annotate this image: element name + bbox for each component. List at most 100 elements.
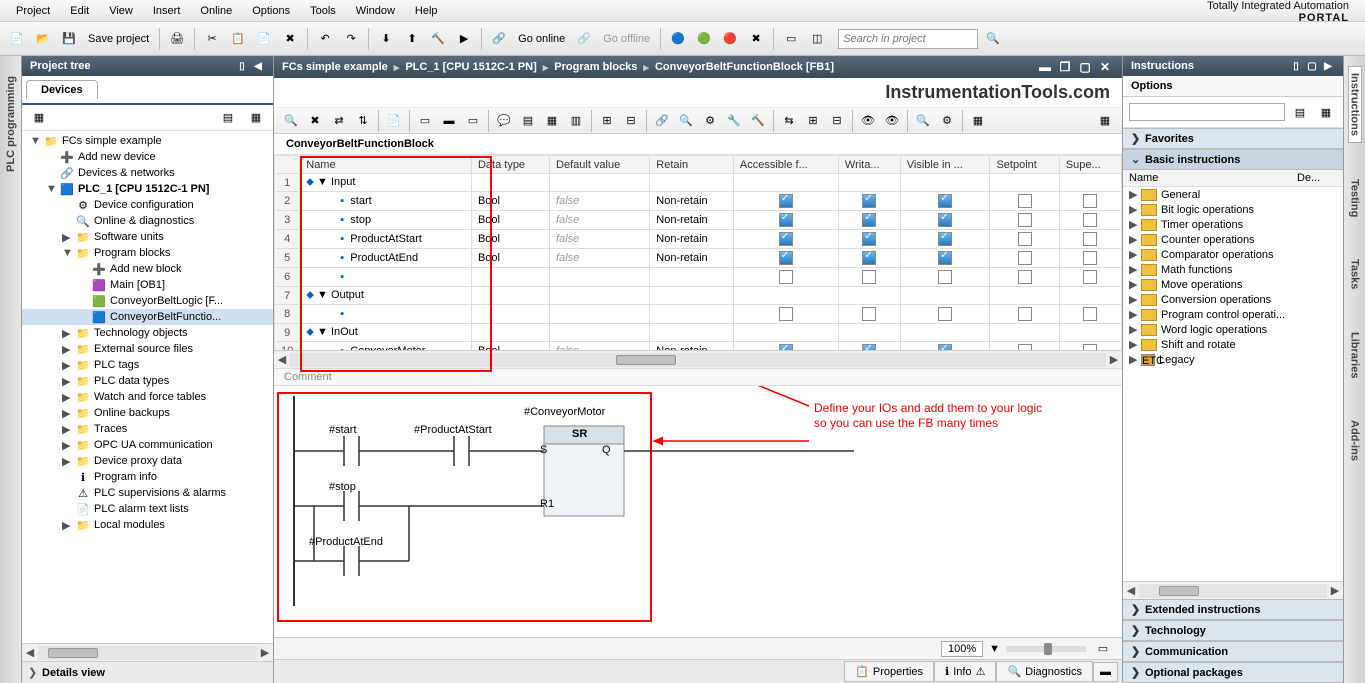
ed-btn-25[interactable]: 🔍 [912,110,934,132]
tab-collapse[interactable]: ▬ [1093,662,1118,682]
tree-node[interactable]: ▶📁OPC UA communication [22,437,273,453]
ed-btn-22[interactable]: ⊟ [826,110,848,132]
download-icon[interactable]: ⬇ [375,28,397,50]
split-v-icon[interactable]: ◫ [806,28,828,50]
stop-cpu-icon[interactable]: 🔴 [719,28,741,50]
print-icon[interactable]: 🖨 [166,28,188,50]
instr-collapse-icon[interactable]: ▶ [1321,59,1335,73]
tree-node[interactable]: ▶📁External source files [22,341,273,357]
search-input[interactable] [838,29,978,49]
ladder-editor[interactable]: #start #ProductAtStart #ConveyorMotor SR… [274,386,1122,637]
instruction-item[interactable]: ▶Bit logic operations [1123,202,1343,217]
ed-btn-6[interactable]: ▭ [414,110,436,132]
paste-icon[interactable]: 📄 [253,28,275,50]
instr-pin-icon[interactable]: ▯ [1289,59,1303,73]
instruction-item[interactable]: ▶Word logic operations [1123,322,1343,337]
ed-btn-23[interactable]: 👁 [857,110,879,132]
ed-btn-2[interactable]: ✖ [304,110,326,132]
table-row[interactable]: 8▪ [275,305,1122,324]
instruction-item[interactable]: ▶ETCLegacy [1123,352,1343,367]
cross-ref-icon[interactable]: ✖ [745,28,767,50]
ed-btn-5[interactable]: 📄 [383,110,405,132]
tree-collapse-icon[interactable]: ▦ [28,107,50,129]
instruction-search-input[interactable] [1129,103,1285,121]
basic-instructions-section[interactable]: ⌄Basic instructions [1123,149,1343,170]
instruction-item[interactable]: ▶Move operations [1123,277,1343,292]
table-row[interactable]: 9⬥ ▼ InOut [275,324,1122,342]
hscroll-left-icon[interactable]: ◀ [22,646,38,659]
extended-section[interactable]: ❯Extended instructions [1123,599,1343,620]
ed-btn-15[interactable]: 🔗 [651,110,673,132]
compile-icon[interactable]: 🔨 [427,28,449,50]
menu-insert[interactable]: Insert [143,3,191,19]
technology-section[interactable]: ❯Technology [1123,620,1343,641]
tree-node[interactable]: ▶📁Technology objects [22,325,273,341]
crumb-fb[interactable]: ConveyorBeltFunctionBlock [FB1] [655,61,834,73]
menu-tools[interactable]: Tools [300,3,346,19]
instr-filter2-icon[interactable]: ▦ [1315,101,1337,123]
ed-btn-13[interactable]: ⊞ [596,110,618,132]
ed-btn-20[interactable]: ⇆ [778,110,800,132]
window-restore-icon[interactable]: ❐ [1056,59,1074,75]
crumb-project[interactable]: FCs simple example [282,61,388,73]
tree-node[interactable]: 🔗Devices & networks [22,165,273,181]
ed-btn-24[interactable]: 👁 [881,110,903,132]
open-project-icon[interactable]: 📂 [32,28,54,50]
window-max-icon[interactable]: ▢ [1076,59,1094,75]
delete-icon[interactable]: ✖ [279,28,301,50]
tree-node[interactable]: ▶📁Local modules [22,517,273,533]
upload-icon[interactable]: ⬆ [401,28,423,50]
instruction-list[interactable]: ▶General▶Bit logic operations▶Timer oper… [1123,187,1343,581]
undo-icon[interactable]: ↶ [314,28,336,50]
instr-hscroll-right[interactable]: ▶ [1327,584,1343,597]
instruction-item[interactable]: ▶Timer operations [1123,217,1343,232]
simulate-icon[interactable]: ▶ [453,28,475,50]
comment-row[interactable]: Comment [274,368,1122,386]
menu-help[interactable]: Help [405,3,448,19]
ed-btn-14[interactable]: ⊟ [620,110,642,132]
menu-options[interactable]: Options [242,3,300,19]
table-row[interactable]: 4▪ ProductAtStartBoolfalseNon-retain [275,230,1122,249]
cut-icon[interactable]: ✂ [201,28,223,50]
panel-pin-icon[interactable]: ▯ [235,59,249,73]
tab-addins[interactable]: Add-ins [1349,414,1361,467]
search-go-icon[interactable]: 🔍 [982,28,1004,50]
menu-project[interactable]: Project [6,3,60,19]
start-cpu-icon[interactable]: 🟢 [693,28,715,50]
ed-btn-18[interactable]: 🔧 [723,110,745,132]
ed-btn-4[interactable]: ⇅ [352,110,374,132]
ed-btn-10[interactable]: ▤ [517,110,539,132]
tab-instructions[interactable]: Instructions [1348,66,1362,143]
window-close-icon[interactable]: ✕ [1096,59,1114,75]
instruction-item[interactable]: ▶Math functions [1123,262,1343,277]
instruction-item[interactable]: ▶Counter operations [1123,232,1343,247]
zoom-fit-icon[interactable]: ▭ [1092,638,1114,660]
crumb-plc[interactable]: PLC_1 [CPU 1512C-1 PN] [405,61,536,73]
ed-btn-26[interactable]: ⚙ [936,110,958,132]
tab-tasks[interactable]: Tasks [1349,253,1361,295]
instruction-item[interactable]: ▶Comparator operations [1123,247,1343,262]
tree-node[interactable]: ▶📁Traces [22,421,273,437]
new-project-icon[interactable]: 📄 [6,28,28,50]
tree-node[interactable]: ➕Add new device [22,149,273,165]
menu-window[interactable]: Window [346,3,405,19]
tab-testing[interactable]: Testing [1349,173,1361,223]
tree-node[interactable]: ▶📁Software units [22,229,273,245]
table-hscroll-left-icon[interactable]: ◀ [274,353,290,366]
favorites-section[interactable]: ❯Favorites [1123,128,1343,149]
accessible-icon[interactable]: 🔵 [667,28,689,50]
table-row[interactable]: 5▪ ProductAtEndBoolfalseNon-retain [275,249,1122,268]
table-row[interactable]: 2▪ startBoolfalseNon-retain [275,192,1122,211]
menu-view[interactable]: View [99,3,143,19]
tree-node[interactable]: 🔍Online & diagnostics [22,213,273,229]
tree-node[interactable]: ℹProgram info [22,469,273,485]
ed-btn-17[interactable]: ⚙ [699,110,721,132]
zoom-slider[interactable] [1006,646,1086,652]
crumb-blocks[interactable]: Program blocks [554,61,637,73]
tree-node[interactable]: ▶📁PLC tags [22,357,273,373]
instruction-item[interactable]: ▶Shift and rotate [1123,337,1343,352]
go-online-button[interactable]: Go online [514,33,569,45]
ed-btn-end[interactable]: ▦ [1094,110,1116,132]
ed-btn-9[interactable]: 💬 [493,110,515,132]
tree-node[interactable]: 🟪Main [OB1] [22,277,273,293]
